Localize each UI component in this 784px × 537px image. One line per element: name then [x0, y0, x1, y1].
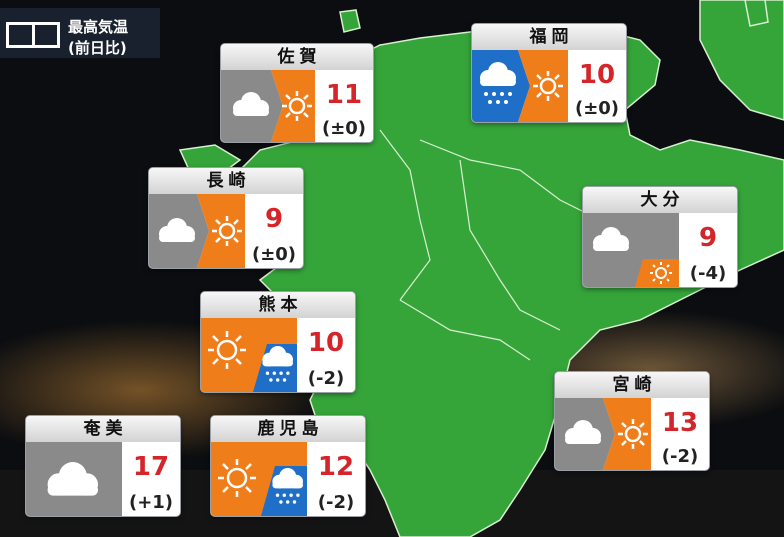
forecast-icons — [583, 213, 679, 287]
high-temp: 9 — [698, 223, 718, 253]
temp-diff: (-2) — [661, 446, 699, 467]
legend: 最高気温 (前日比) — [0, 8, 160, 58]
city-name: 宮崎 — [555, 372, 709, 398]
forecast-icons — [221, 70, 315, 142]
temp-diff: (±0) — [321, 118, 367, 139]
city-name: 鹿児島 — [211, 416, 365, 442]
high-temp: 10 — [307, 328, 345, 358]
temp-diff: (-2) — [317, 492, 355, 513]
city-name: 長崎 — [149, 168, 303, 194]
city-name: 熊本 — [201, 292, 355, 318]
city-card-saga[interactable]: 佐賀 11 (±0) — [221, 44, 373, 142]
temp-diff: (-4) — [689, 263, 727, 284]
city-card-kagoshima[interactable]: 鹿児島 12 (-2) — [211, 416, 365, 516]
high-temp: 13 — [661, 407, 699, 438]
city-name: 大分 — [583, 187, 737, 213]
forecast-icons — [211, 442, 307, 516]
forecast-icons — [555, 398, 651, 470]
high-temp: 17 — [132, 452, 170, 482]
city-card-nagasaki[interactable]: 長崎 9 (±0) — [149, 168, 303, 268]
layout-icon — [6, 22, 60, 48]
high-temp: 11 — [325, 79, 363, 110]
city-name: 奄美 — [26, 416, 180, 442]
legend-subtitle: (前日比) — [68, 39, 127, 57]
temp-diff: (+1) — [128, 492, 174, 513]
city-card-amami[interactable]: 奄美 17 (+1) — [26, 416, 180, 516]
temp-diff: (±0) — [574, 98, 620, 119]
islet — [339, 9, 361, 33]
city-card-fukuoka[interactable]: 福岡 10 (±0) — [472, 24, 626, 122]
city-card-kumamoto[interactable]: 熊本 10 (-2) — [201, 292, 355, 392]
city-card-oita[interactable]: 大分 9 (-4) — [583, 187, 737, 287]
temp-diff: (-2) — [307, 368, 345, 389]
forecast-icons — [149, 194, 245, 268]
city-name: 福岡 — [472, 24, 626, 50]
high-temp: 10 — [578, 59, 616, 90]
forecast-icons — [472, 50, 568, 122]
temp-diff: (±0) — [251, 244, 297, 265]
high-temp: 12 — [317, 452, 355, 482]
city-name: 佐賀 — [221, 44, 373, 70]
forecast-icons — [26, 442, 122, 516]
legend-title: 最高気温 — [68, 18, 129, 36]
city-card-miyazaki[interactable]: 宮崎 13 (-2) — [555, 372, 709, 470]
forecast-icons — [201, 318, 297, 392]
high-temp: 9 — [264, 204, 284, 234]
